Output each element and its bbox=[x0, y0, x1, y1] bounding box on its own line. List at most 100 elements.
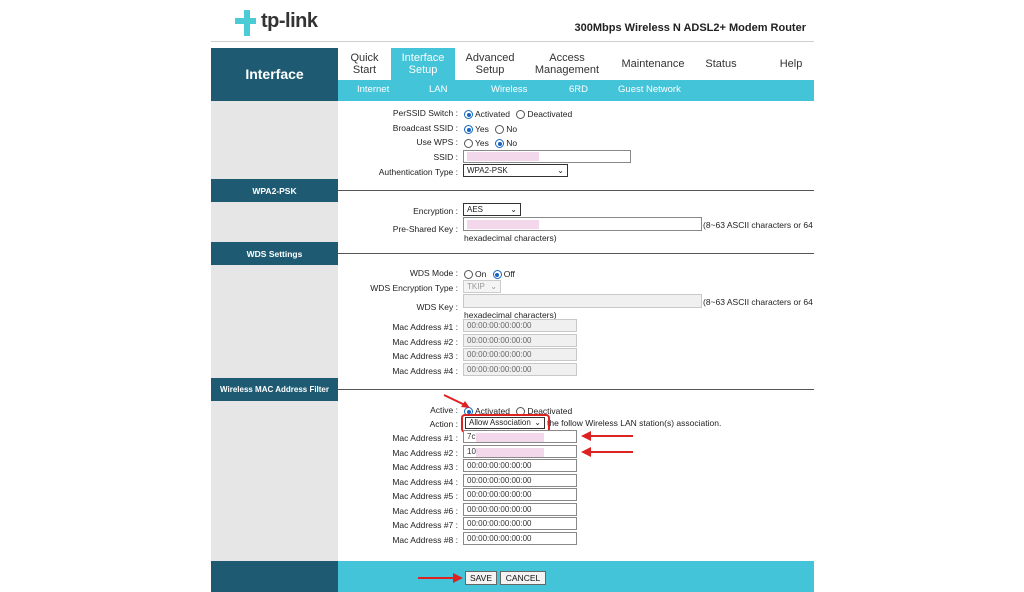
filter-mac8-input[interactable]: 00:00:00:00:00:00 bbox=[463, 532, 577, 545]
subtab-lan[interactable]: LAN bbox=[429, 84, 447, 95]
subtab-wireless[interactable]: Wireless bbox=[491, 84, 527, 95]
encryption-label: Encryption : bbox=[413, 206, 458, 216]
wds-section-header: WDS Settings bbox=[211, 242, 338, 265]
wps-yes-radio[interactable] bbox=[464, 139, 473, 148]
filter-mac3-input[interactable]: 00:00:00:00:00:00 bbox=[463, 459, 577, 472]
wds-enc-value: TKIP bbox=[467, 282, 485, 291]
broadcast-ssid-label: Broadcast SSID : bbox=[392, 123, 458, 133]
psk-note-cont: hexadecimal characters) bbox=[464, 233, 557, 243]
header-divider bbox=[211, 41, 814, 42]
wds-mac4-label: Mac Address #4 : bbox=[392, 366, 458, 376]
wds-mac1-input[interactable]: 00:00:00:00:00:00 bbox=[463, 319, 577, 332]
broadcast-yes-radio[interactable] bbox=[464, 125, 473, 134]
filter-mac4-label: Mac Address #4 : bbox=[392, 477, 458, 487]
wds-enc-label: WDS Encryption Type : bbox=[370, 283, 458, 293]
filter-mac7-label: Mac Address #7 : bbox=[392, 520, 458, 530]
filter-mac2-label: Mac Address #2 : bbox=[392, 448, 458, 458]
subtab-6rd[interactable]: 6RD bbox=[569, 84, 588, 95]
encryption-value: AES bbox=[467, 205, 484, 214]
filter-mac3-label: Mac Address #3 : bbox=[392, 462, 458, 472]
annotation-arrow-active bbox=[443, 394, 470, 408]
tab-access-management[interactable]: Access Management bbox=[525, 48, 609, 80]
wpa2-divider bbox=[338, 190, 814, 191]
save-button[interactable]: SAVE bbox=[465, 571, 497, 585]
wds-mode-radios: On Off bbox=[464, 269, 519, 279]
wds-off-radio[interactable] bbox=[492, 270, 502, 279]
perssid-radios: Activated Deactivated bbox=[464, 109, 576, 119]
filter-mac6-label: Mac Address #6 : bbox=[392, 506, 458, 516]
mac-filter-action-label: Action : bbox=[429, 419, 458, 429]
cancel-button[interactable]: CANCEL bbox=[500, 571, 546, 585]
wds-mac3-label: Mac Address #3 : bbox=[392, 351, 458, 361]
ssid-label: SSID : bbox=[433, 152, 458, 162]
wds-mac2-input[interactable]: 00:00:00:00:00:00 bbox=[463, 334, 577, 347]
mac-filter-action-suffix: the follow Wireless LAN station(s) assoc… bbox=[547, 418, 722, 428]
filter-mac4-input[interactable]: 00:00:00:00:00:00 bbox=[463, 474, 577, 487]
filter-mac5-label: Mac Address #5 : bbox=[392, 491, 458, 501]
broadcast-ssid-radios: Yes No bbox=[464, 124, 521, 134]
wds-key-label: WDS Key : bbox=[416, 302, 458, 312]
subtab-guest-network[interactable]: Guest Network bbox=[618, 84, 681, 95]
footer-left bbox=[211, 561, 338, 592]
product-name: 300Mbps Wireless N ADSL2+ Modem Router bbox=[574, 22, 806, 34]
perssid-deactivated-label: Deactivated bbox=[527, 109, 573, 119]
wds-mac1-label: Mac Address #1 : bbox=[392, 322, 458, 332]
tab-help[interactable]: Help bbox=[771, 48, 811, 80]
subtab-internet[interactable]: Internet bbox=[357, 84, 389, 95]
tab-interface-setup[interactable]: Interface Setup bbox=[391, 48, 455, 80]
auth-type-value: WPA2-PSK bbox=[467, 166, 508, 175]
use-wps-radios: Yes No bbox=[464, 138, 521, 148]
filter-mac2-redacted bbox=[476, 448, 544, 457]
ssid-redacted bbox=[467, 152, 539, 161]
chevron-down-icon: ⌄ bbox=[557, 166, 564, 175]
wps-yes-label: Yes bbox=[475, 138, 489, 148]
wps-no-label: No bbox=[506, 138, 518, 148]
tp-link-logo: tp-link bbox=[233, 8, 323, 40]
mac-filter-active-label: Active : bbox=[430, 405, 458, 415]
chevron-down-icon: ⌄ bbox=[490, 282, 497, 291]
router-admin-page: tp-link 300Mbps Wireless N ADSL2+ Modem … bbox=[211, 0, 814, 592]
use-wps-label: Use WPS : bbox=[416, 137, 458, 147]
nav-section-title: Interface bbox=[211, 48, 338, 101]
psk-redacted bbox=[467, 220, 539, 229]
filter-mac5-input[interactable]: 00:00:00:00:00:00 bbox=[463, 488, 577, 501]
tab-advanced-setup[interactable]: Advanced Setup bbox=[455, 48, 525, 80]
brand-name: tp-link bbox=[261, 10, 318, 32]
mac-filter-section-header: Wireless MAC Address Filter bbox=[211, 378, 338, 401]
chevron-down-icon: ⌄ bbox=[510, 205, 517, 214]
perssid-activated-radio[interactable] bbox=[464, 110, 473, 119]
perssid-deactivated-radio[interactable] bbox=[516, 110, 526, 119]
tab-quick-start[interactable]: Quick Start bbox=[338, 48, 391, 80]
wpa2-section-header: WPA2-PSK bbox=[211, 179, 338, 202]
mac-filter-divider bbox=[338, 389, 814, 390]
tab-maintenance[interactable]: Maintenance bbox=[609, 48, 697, 80]
wds-key-note: (8~63 ASCII characters or 64 bbox=[703, 297, 813, 307]
tab-status[interactable]: Status bbox=[697, 48, 745, 80]
wds-enc-select[interactable]: TKIP ⌄ bbox=[463, 280, 501, 293]
wds-off-label: Off bbox=[503, 269, 515, 279]
wds-mac2-label: Mac Address #2 : bbox=[392, 337, 458, 347]
wds-on-label: On bbox=[475, 269, 487, 279]
broadcast-yes-label: Yes bbox=[475, 124, 489, 134]
encryption-select[interactable]: AES ⌄ bbox=[463, 203, 521, 216]
filter-mac8-label: Mac Address #8 : bbox=[392, 535, 458, 545]
tp-link-logo-icon bbox=[235, 10, 256, 36]
filter-mac7-input[interactable]: 00:00:00:00:00:00 bbox=[463, 517, 577, 530]
broadcast-no-label: No bbox=[506, 124, 518, 134]
left-column bbox=[211, 101, 338, 561]
auth-type-select[interactable]: WPA2-PSK ⌄ bbox=[463, 164, 568, 177]
annotation-arrow-save bbox=[418, 573, 463, 583]
wds-mac3-input[interactable]: 00:00:00:00:00:00 bbox=[463, 348, 577, 361]
annotation-arrow-mac2 bbox=[581, 447, 633, 457]
wds-key-input[interactable] bbox=[463, 294, 702, 308]
psk-note: (8~63 ASCII characters or 64 bbox=[703, 220, 813, 230]
footer-bar bbox=[338, 561, 814, 592]
wds-on-radio[interactable] bbox=[464, 270, 473, 279]
wds-divider bbox=[338, 253, 814, 254]
filter-mac1-label: Mac Address #1 : bbox=[392, 433, 458, 443]
wps-no-radio[interactable] bbox=[495, 139, 505, 148]
filter-mac6-input[interactable]: 00:00:00:00:00:00 bbox=[463, 503, 577, 516]
wds-mac4-input[interactable]: 00:00:00:00:00:00 bbox=[463, 363, 577, 376]
annotation-arrow-mac1 bbox=[581, 431, 633, 441]
broadcast-no-radio[interactable] bbox=[495, 125, 505, 134]
